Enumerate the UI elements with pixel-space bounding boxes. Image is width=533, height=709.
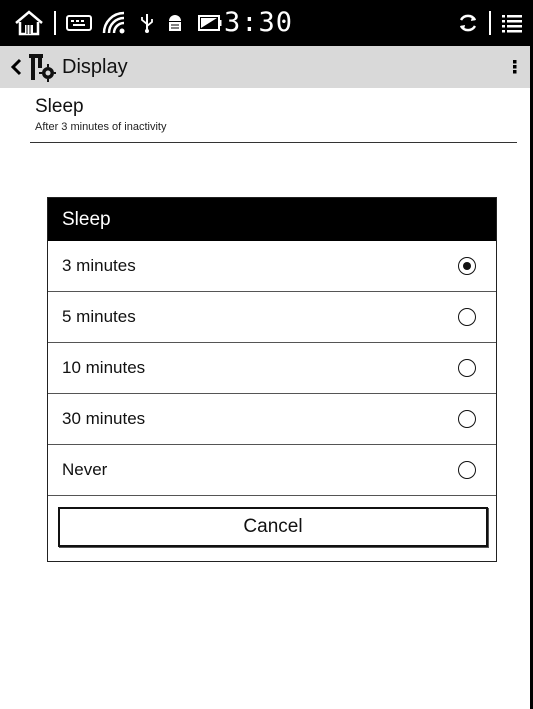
option-label: 10 minutes bbox=[62, 358, 146, 377]
status-divider bbox=[54, 11, 56, 35]
option-label: Never bbox=[62, 460, 108, 479]
chevron-left-icon[interactable] bbox=[6, 46, 26, 88]
status-divider bbox=[489, 11, 491, 35]
option-label: 3 minutes bbox=[62, 256, 136, 275]
radio-button[interactable] bbox=[458, 410, 476, 428]
divider bbox=[30, 142, 517, 143]
radio-button[interactable] bbox=[458, 359, 476, 377]
dialog-title: Sleep bbox=[48, 198, 496, 241]
option-3-minutes[interactable]: 3 minutes bbox=[48, 241, 496, 292]
option-label: 30 minutes bbox=[62, 409, 146, 428]
sleep-preference[interactable]: Sleep After 3 minutes of inactivity bbox=[35, 96, 517, 133]
sleep-dialog: Sleep 3 minutes 5 minutes 10 minutes 30 … bbox=[47, 197, 497, 562]
preference-title: Sleep bbox=[35, 96, 84, 117]
settings-tools-icon bbox=[28, 46, 56, 88]
screen-title: Display bbox=[62, 55, 128, 78]
cancel-button[interactable]: Cancel bbox=[58, 507, 488, 547]
radio-button-checked[interactable] bbox=[458, 257, 476, 275]
option-never[interactable]: Never bbox=[48, 445, 496, 496]
option-label: 5 minutes bbox=[62, 307, 136, 326]
battery-icon bbox=[198, 0, 222, 46]
radio-button[interactable] bbox=[458, 461, 476, 479]
option-30-minutes[interactable]: 30 minutes bbox=[48, 394, 496, 445]
android-debug-icon bbox=[166, 0, 184, 46]
keyboard-icon bbox=[66, 0, 92, 46]
overflow-menu-icon[interactable] bbox=[509, 46, 521, 88]
option-5-minutes[interactable]: 5 minutes bbox=[48, 292, 496, 343]
option-10-minutes[interactable]: 10 minutes bbox=[48, 343, 496, 394]
wifi-icon bbox=[102, 0, 128, 46]
clock: 3:30 bbox=[224, 7, 294, 38]
status-bar: 3:30 bbox=[0, 0, 533, 46]
menu-list-icon[interactable] bbox=[501, 0, 523, 46]
usb-icon bbox=[140, 0, 154, 46]
radio-button[interactable] bbox=[458, 308, 476, 326]
sync-icon[interactable] bbox=[457, 0, 479, 46]
home-icon[interactable] bbox=[14, 0, 44, 46]
action-bar: Display bbox=[0, 46, 533, 88]
preference-summary: After 3 minutes of inactivity bbox=[35, 121, 167, 133]
